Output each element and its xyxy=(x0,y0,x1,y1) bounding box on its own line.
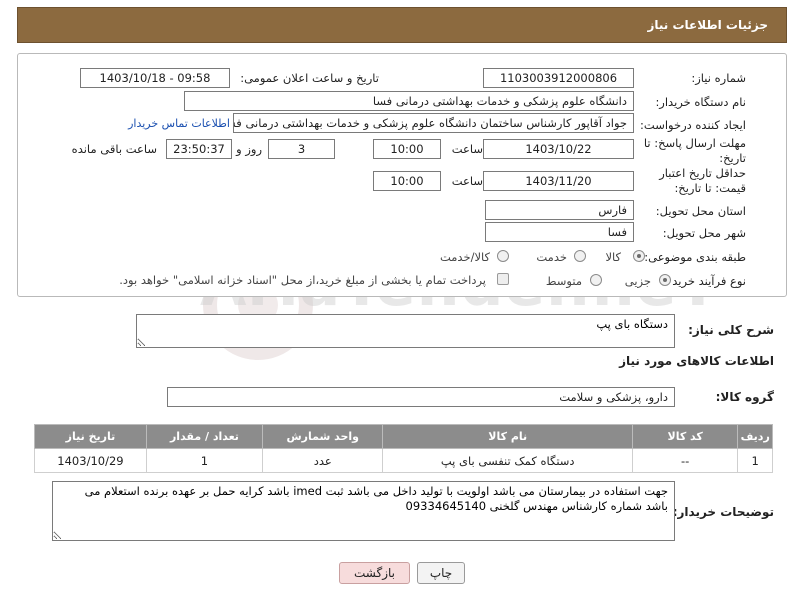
category-option-service: خدمت xyxy=(536,250,567,264)
cell-date: 1403/10/29 xyxy=(34,448,147,473)
price-validity-label: حداقل تاریخ اعتبار قیمت: تا تاریخ: xyxy=(659,166,746,195)
need-number-label: شماره نیاز: xyxy=(691,71,746,85)
process-label: نوع فرآیند خرید : xyxy=(664,274,746,288)
category-radio-goods-service[interactable] xyxy=(497,250,509,262)
goods-group-label: گروه کالا: xyxy=(715,390,774,404)
days-label: روز و xyxy=(236,142,262,156)
print-button[interactable]: چاپ xyxy=(417,562,465,584)
need-number-field: 1103003912000806 xyxy=(483,68,634,88)
process-option-minor: جزیی xyxy=(624,274,651,288)
buyer-name-field: دانشگاه علوم پزشکی و خدمات بهداشتی درمان… xyxy=(184,91,634,111)
price-time-field: 10:00 xyxy=(373,171,441,191)
days-field: 3 xyxy=(268,139,335,159)
reply-time-label: ساعت xyxy=(451,142,483,156)
reply-deadline-label: مهلت ارسال پاسخ: تا تاریخ: xyxy=(643,136,746,165)
col-code-header: کد کالا xyxy=(631,424,739,449)
col-row-header: ردیف xyxy=(737,424,773,449)
col-name-header: نام کالا xyxy=(382,424,633,449)
announce-date-label: تاریخ و ساعت اعلان عمومی: xyxy=(240,71,379,85)
treasury-payment-note: پرداخت تمام یا بخشی از مبلغ خرید،از محل … xyxy=(119,273,486,287)
category-option-goods-service: کالا/خدمت xyxy=(439,250,490,264)
process-option-medium: متوسط xyxy=(545,274,582,288)
creator-field: جواد آقاپور کارشناس ساختمان دانشگاه علوم… xyxy=(233,113,634,133)
cell-name: دستگاه کمک تنفسی بای پپ xyxy=(382,448,633,473)
buyer-name-label: نام دستگاه خریدار: xyxy=(655,95,746,109)
buyer-contact-link[interactable]: اطلاعات تماس خریدار xyxy=(128,117,230,130)
cell-qty: 1 xyxy=(145,448,264,473)
description-label: شرح کلی نیاز: xyxy=(688,323,774,337)
cell-row: 1 xyxy=(737,448,773,473)
process-radio-medium[interactable] xyxy=(590,274,602,286)
announce-date-field: 1403/10/18 - 09:58 xyxy=(80,68,230,88)
goods-info-title: اطلاعات کالاهای مورد نیاز xyxy=(619,354,774,368)
cell-code: -- xyxy=(631,448,739,473)
price-time-label: ساعت xyxy=(451,174,483,188)
page-title: جزئیات اطلاعات نیاز xyxy=(647,18,768,32)
city-field: فسا xyxy=(485,222,634,242)
reply-time-field: 10:00 xyxy=(373,139,441,159)
buyer-notes-textarea[interactable]: جهت استفاده در بیمارستان می باشد اولویت … xyxy=(52,481,675,541)
remaining-time-field: 23:50:37 xyxy=(166,139,232,159)
category-radio-goods[interactable] xyxy=(633,250,645,262)
category-option-goods: کالا xyxy=(605,250,621,264)
goods-group-field: دارو، پزشکی و سلامت xyxy=(167,387,675,407)
province-field: فارس xyxy=(485,200,634,220)
remaining-time-label: ساعت باقی مانده xyxy=(71,142,157,156)
goods-table: ردیف کد کالا نام کالا واحد شمارش تعداد /… xyxy=(34,424,773,473)
city-label: شهر محل تحویل: xyxy=(662,226,746,240)
description-textarea[interactable]: دستگاه بای پپ xyxy=(136,314,675,348)
buyer-notes-label: توضیحات خریدار: xyxy=(672,505,774,519)
category-radio-service[interactable] xyxy=(574,250,586,262)
col-date-header: تاریخ نیاز xyxy=(34,424,147,449)
province-label: استان محل تحویل: xyxy=(655,204,746,218)
page-header: جزئیات اطلاعات نیاز xyxy=(17,7,787,43)
creator-label: ایجاد کننده درخواست: xyxy=(640,118,746,132)
category-label: طبقه بندی موضوعی: xyxy=(644,250,746,264)
col-qty-header: تعداد / مقدار xyxy=(145,424,264,449)
col-unit-header: واحد شمارش xyxy=(262,424,384,449)
table-header-row: ردیف کد کالا نام کالا واحد شمارش تعداد /… xyxy=(34,424,773,449)
cell-unit: عدد xyxy=(262,448,384,473)
back-button[interactable]: بازگشت xyxy=(339,562,410,584)
treasury-payment-checkbox[interactable] xyxy=(497,273,509,285)
table-row: 1 -- دستگاه کمک تنفسی بای پپ عدد 1 1403/… xyxy=(34,448,773,473)
reply-date-field: 1403/10/22 xyxy=(483,139,634,159)
process-radio-minor[interactable] xyxy=(659,274,671,286)
price-date-field: 1403/11/20 xyxy=(483,171,634,191)
